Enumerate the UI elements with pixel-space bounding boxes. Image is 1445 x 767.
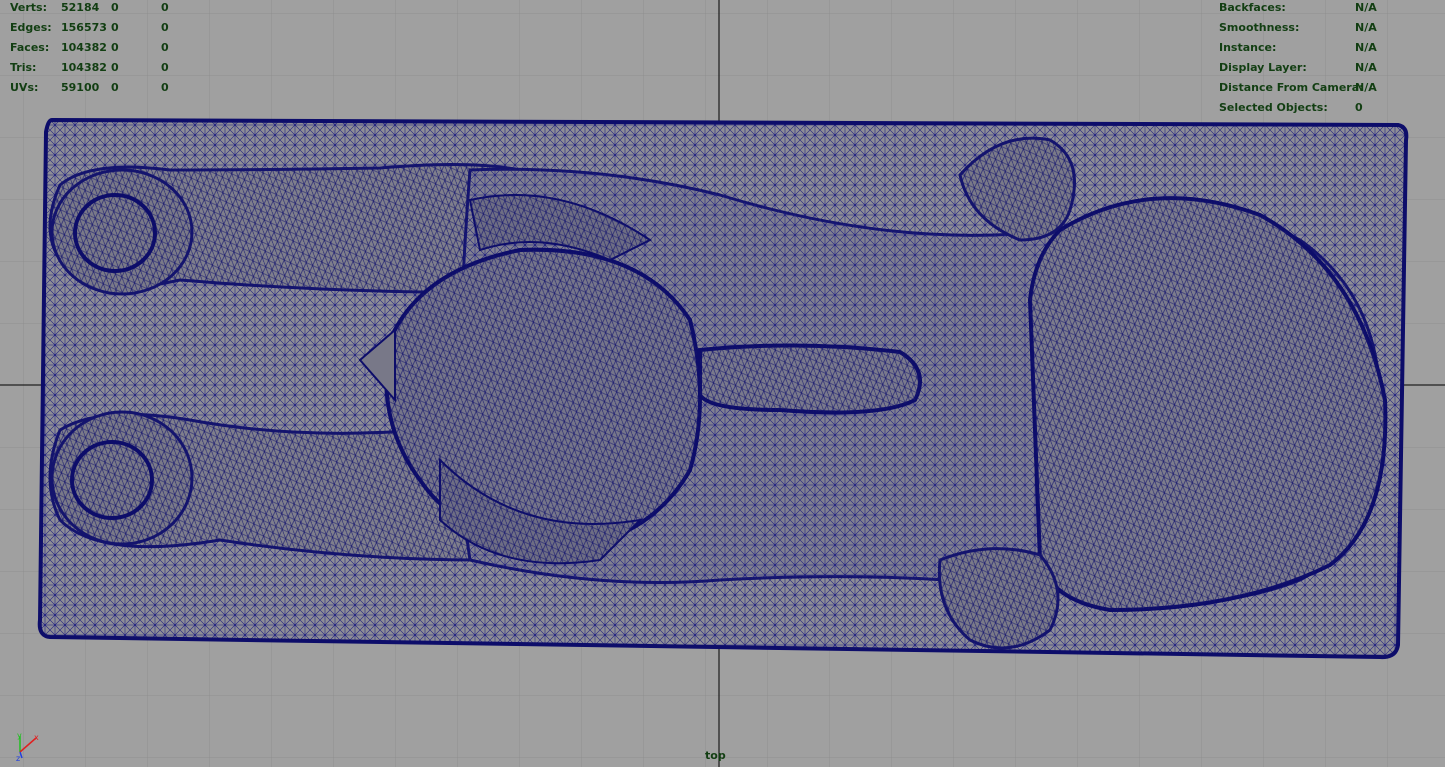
stat-highlighted: 0 [161,81,169,94]
stat-highlighted: 0 [161,21,169,34]
stat-label: UVs: [10,81,39,94]
stat-total: 52184 [61,1,100,14]
info-value: N/A [1355,1,1377,14]
info-label: Instance: [1219,41,1277,54]
stat-row: UVs: 59100 0 0 [10,80,200,100]
info-value: 0 [1355,101,1363,114]
info-value: N/A [1355,21,1377,34]
stat-selected: 0 [111,1,119,14]
axis-x-label: x [34,733,39,742]
mesh-model[interactable] [37,117,1409,660]
stat-total: 59100 [61,81,100,94]
stat-highlighted: 0 [161,1,169,14]
info-row: Selected Objects: 0 [1219,100,1439,120]
stat-selected: 0 [111,21,119,34]
axis-y-label: y [17,731,22,740]
info-label: Backfaces: [1219,1,1286,14]
stat-row: Edges: 156573 0 0 [10,20,200,40]
info-label: Smoothness: [1219,21,1300,34]
stat-label: Edges: [10,21,52,34]
stat-row: Tris: 104382 0 0 [10,60,200,80]
stat-selected: 0 [111,41,119,54]
stat-row: Faces: 104382 0 0 [10,40,200,60]
info-row: Smoothness: N/A [1219,20,1439,40]
info-label: Distance From Camera: [1219,81,1364,94]
stat-label: Verts: [10,1,48,14]
info-label: Display Layer: [1219,61,1307,74]
info-row: Backfaces: N/A [1219,0,1439,20]
stat-total: 156573 [61,21,107,34]
axis-gizmo-icon: y x z [16,731,39,762]
stat-total: 104382 [61,41,107,54]
stat-label: Tris: [10,61,37,74]
poly-count-hud: Verts: 52184 0 0 Edges: 156573 0 0 Faces: 104382 0… [10,0,200,100]
camera-label: top [705,749,726,762]
stat-label: Faces: [10,41,50,54]
axis-z-label: z [16,754,20,762]
stat-highlighted: 0 [161,61,169,74]
stat-selected: 0 [111,81,119,94]
info-row: Distance From Camera: N/A [1219,80,1439,100]
info-value: N/A [1355,61,1377,74]
object-info-hud: Backfaces: N/A Smoothness: N/A Instance: N/A D… [1219,0,1439,120]
stat-highlighted: 0 [161,41,169,54]
info-label: Selected Objects: [1219,101,1328,114]
stat-selected: 0 [111,61,119,74]
info-value: N/A [1355,41,1377,54]
info-row: Instance: N/A [1219,40,1439,60]
info-row: Display Layer: N/A [1219,60,1439,80]
stat-total: 104382 [61,61,107,74]
info-value: N/A [1355,81,1377,94]
stat-row: Verts: 52184 0 0 [10,0,200,20]
